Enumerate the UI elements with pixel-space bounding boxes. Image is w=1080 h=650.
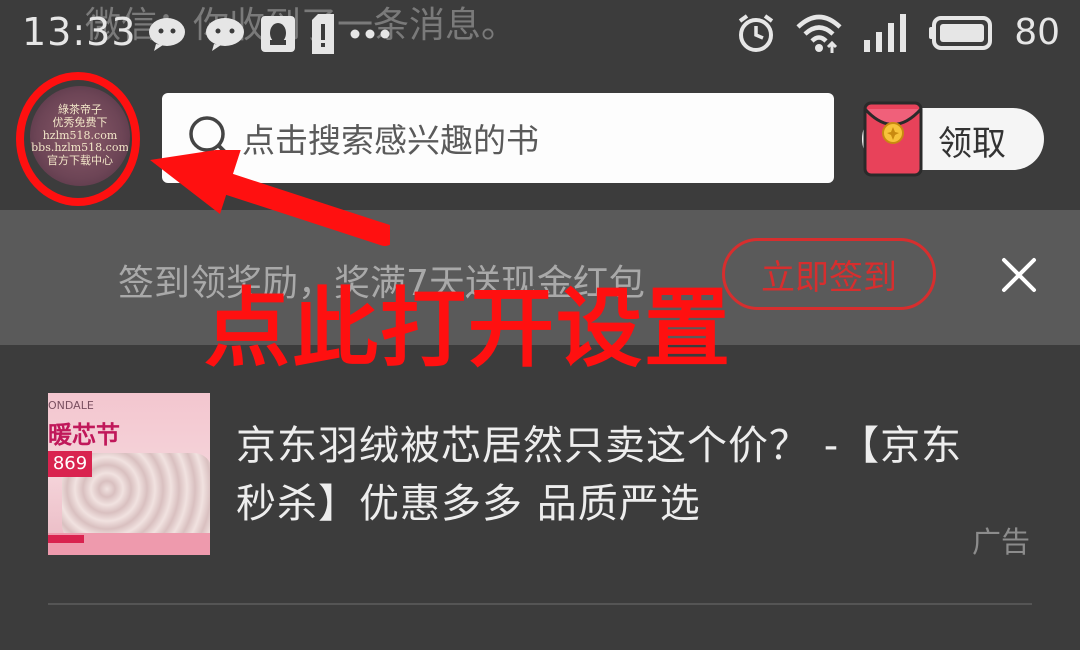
status-system-icons: 80 — [736, 12, 1060, 53]
ad-title[interactable]: 京东羽绒被芯居然只卖这个价？ -【京东秒杀】优惠多多 品质严选 — [236, 417, 976, 533]
more-dots-icon — [350, 29, 390, 39]
close-icon[interactable] — [1000, 256, 1038, 294]
battery-icon — [929, 15, 993, 50]
sim-alert-icon — [312, 14, 334, 54]
qq-icon — [261, 16, 295, 52]
annotation-circle — [16, 72, 140, 206]
status-bar: 微信：你收到了一条消息。 13:33 80 — [0, 0, 1080, 70]
wifi-icon — [796, 14, 842, 53]
red-envelope-icon — [863, 101, 923, 177]
thumb-brand: ONDALE — [48, 399, 94, 412]
thumb-bar — [48, 535, 84, 543]
battery-level: 80 — [1014, 12, 1060, 53]
claim-label: 领取 — [938, 124, 1006, 164]
status-time: 13:33 — [22, 10, 137, 54]
signal-icon — [864, 13, 907, 52]
annotation-arrow-icon — [150, 150, 390, 246]
wechat-icon — [149, 18, 185, 51]
ad-badge: 广告 — [972, 525, 1031, 559]
thumb-price: 869 — [48, 451, 92, 477]
list-item[interactable]: ONDALE 暖芯节 869 京东羽绒被芯居然只卖这个价？ -【京东秒杀】优惠多… — [0, 345, 1080, 605]
alarm-icon — [739, 13, 774, 52]
claim-red-packet-button[interactable]: 领取 — [862, 101, 1044, 177]
divider — [48, 603, 1032, 605]
ad-thumbnail[interactable]: ONDALE 暖芯节 869 — [48, 393, 210, 555]
sign-in-button[interactable]: 立即签到 — [722, 238, 936, 310]
annotation-text: 点此打开设置 — [204, 279, 732, 379]
thumb-title: 暖芯节 — [48, 421, 120, 449]
status-notification-icons — [148, 14, 390, 54]
wechat-icon — [206, 18, 244, 51]
